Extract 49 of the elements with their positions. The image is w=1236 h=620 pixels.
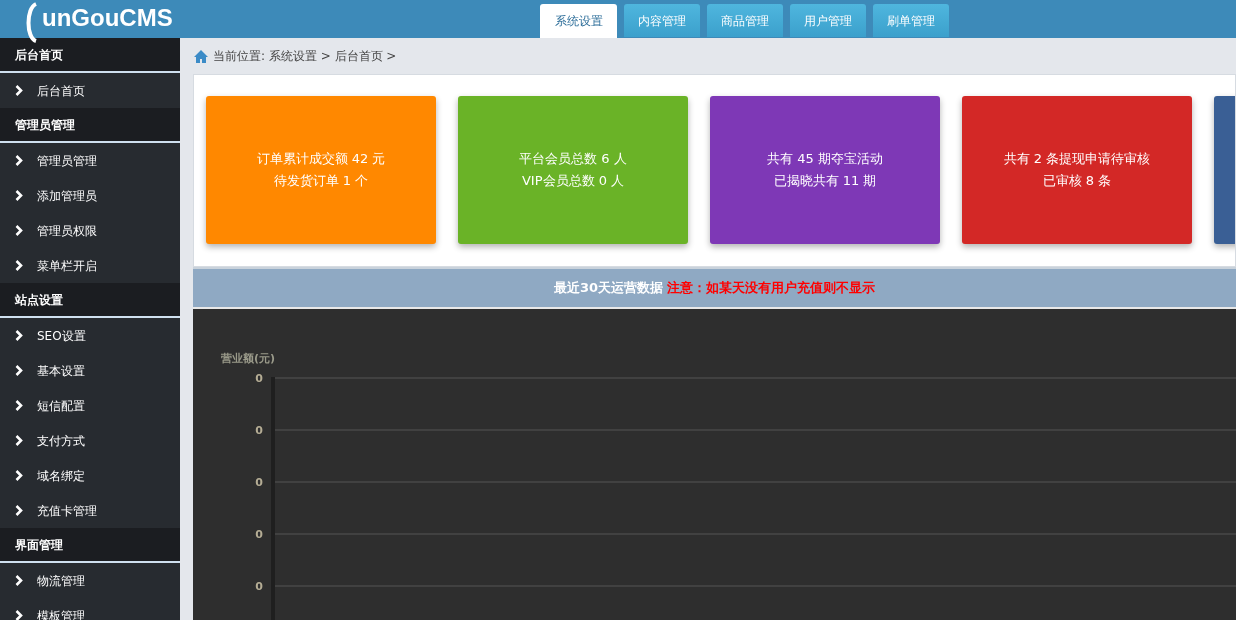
logo: unGouCMS: [42, 4, 173, 33]
menu-item[interactable]: 短信配置: [0, 388, 180, 423]
menu-item[interactable]: 后台首页: [0, 73, 180, 108]
stat-text: 订单累计成交额 42 元: [256, 150, 386, 168]
stat-text: 已审核 8 条: [1042, 172, 1112, 190]
chevron-icon: [15, 260, 23, 271]
chevron-icon: [15, 575, 23, 586]
menu-item[interactable]: 充值卡管理: [0, 493, 180, 528]
stat-text: VIP会员总数 0 人: [521, 172, 625, 190]
menu-item[interactable]: 基本设置: [0, 353, 180, 388]
menu-item[interactable]: 管理员权限: [0, 213, 180, 248]
section-heading: 界面管理: [0, 528, 180, 563]
breadcrumb: 当前位置: 系统设置 > 后台首页 >: [213, 48, 397, 65]
axis-tick-label: 0: [255, 528, 263, 541]
chevron-icon: [15, 365, 23, 376]
menu-item[interactable]: 域名绑定: [0, 458, 180, 493]
menu-item[interactable]: 添加管理员: [0, 178, 180, 213]
menu-item[interactable]: 物流管理: [0, 563, 180, 598]
stat-text: 待发货订单 1 个: [273, 172, 369, 190]
chevron-icon: [15, 85, 23, 96]
stat-text: 已揭晓共有 11 期: [773, 172, 877, 190]
axis-tick-label: 0: [255, 372, 263, 385]
axis-tick-label: 0: [255, 424, 263, 437]
chevron-icon: [15, 435, 23, 446]
chevron-icon: [15, 225, 23, 236]
chevron-icon: [15, 400, 23, 411]
menu-item[interactable]: SEO设置: [0, 318, 180, 353]
section-heading: 管理员管理: [0, 108, 180, 143]
notice-text: 注意：如某天没有用户充值则不显示: [667, 279, 876, 298]
section-heading: 站点设置: [0, 283, 180, 318]
home-icon: [194, 49, 208, 63]
chevron-icon: [15, 155, 23, 166]
axis-tick-label: 0: [255, 580, 263, 593]
stat-text: 平台会员总数 6 人: [519, 150, 627, 168]
chevron-icon: [15, 470, 23, 481]
menu-item[interactable]: 菜单栏开启: [0, 248, 180, 283]
chart-title: 最近30天运营数据: [553, 279, 664, 298]
chevron-icon: [15, 330, 23, 341]
chevron-icon: [15, 190, 23, 201]
stat-text: 共有 2 条提现申请待审核: [1003, 150, 1151, 168]
nav-tab[interactable]: 系统设置: [540, 4, 617, 38]
axis-title: 营业额(元): [221, 352, 276, 365]
section-heading: 后台首页: [0, 38, 180, 73]
menu-item[interactable]: 管理员管理: [0, 143, 180, 178]
chevron-icon: [15, 610, 23, 620]
menu-item[interactable]: 支付方式: [0, 423, 180, 458]
chevron-icon: [15, 505, 23, 516]
stat-text: 共有 45 期夺宝活动: [767, 150, 883, 168]
axis-tick-label: 0: [255, 476, 263, 489]
